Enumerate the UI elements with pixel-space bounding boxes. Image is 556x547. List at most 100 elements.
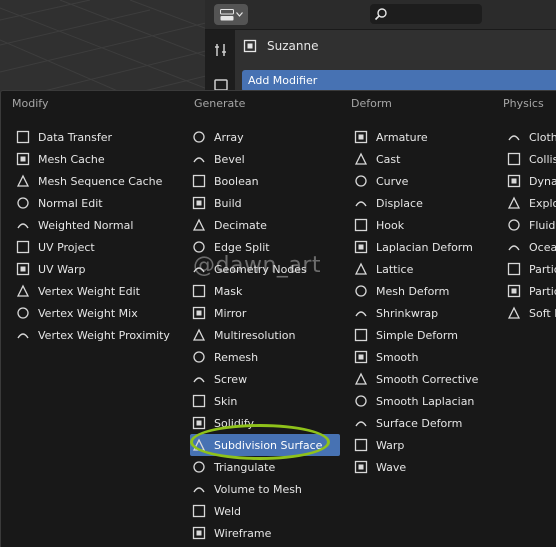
menu-item-weighted-normal[interactable]: Weighted Normal	[14, 214, 184, 236]
tool-settings-icon[interactable]	[213, 42, 229, 58]
menu-item-label: Edge Split	[214, 240, 270, 254]
menu-item-label: Smooth Laplacian	[376, 394, 475, 408]
search-input[interactable]	[370, 4, 482, 24]
boolean-icon	[192, 174, 206, 188]
menu-item-curve[interactable]: Curve	[352, 170, 497, 192]
menu-item-build[interactable]: Build	[190, 192, 340, 214]
menu-item-boolean[interactable]: Boolean	[190, 170, 340, 192]
editor-type-button[interactable]	[214, 4, 248, 25]
3d-viewport[interactable]	[0, 0, 210, 92]
menu-item-shrinkwrap[interactable]: Shrinkwrap	[352, 302, 497, 324]
menu-item-fluid[interactable]: Fluid	[505, 214, 556, 236]
column-header-generate: Generate	[194, 97, 246, 110]
menu-item-label: Partic	[529, 284, 556, 298]
menu-item-label: Boolean	[214, 174, 259, 188]
menu-item-label: Cloth	[529, 130, 556, 144]
menu-item-wireframe[interactable]: Wireframe	[190, 522, 340, 544]
menu-item-smooth[interactable]: Smooth	[352, 346, 497, 368]
menu-item-lattice[interactable]: Lattice	[352, 258, 497, 280]
solidify-icon	[192, 416, 206, 430]
mesh-sequence-cache-icon	[16, 174, 30, 187]
mesh-deform-icon	[355, 285, 367, 297]
deform-column: Armature Cast Curve Displace Hook Laplacian D…	[352, 126, 497, 478]
properties-header	[205, 0, 556, 30]
vertex-weight-mix-icon	[17, 307, 29, 319]
normal-edit-icon	[17, 197, 29, 209]
menu-item-dynamic-paint[interactable]: Dynar	[505, 170, 556, 192]
menu-item-ocean[interactable]: Ocean	[505, 236, 556, 258]
menu-item-subdivision-surface[interactable]: Subdivision Surface	[190, 434, 340, 456]
menu-item-edge-split[interactable]: Edge Split	[190, 236, 340, 258]
menu-item-mirror[interactable]: Mirror	[190, 302, 340, 324]
menu-item-uv-project[interactable]: UV Project	[14, 236, 184, 258]
array-icon	[193, 131, 205, 143]
menu-item-mesh-cache[interactable]: Mesh Cache	[14, 148, 184, 170]
menu-item-laplacian-deform[interactable]: Laplacian Deform	[352, 236, 497, 258]
dynamic-paint-icon	[507, 174, 521, 188]
menu-item-label: Collisi	[529, 152, 556, 166]
menu-item-smooth-laplacian[interactable]: Smooth Laplacian	[352, 390, 497, 412]
menu-item-collision[interactable]: Collisi	[505, 148, 556, 170]
menu-item-label: Dynar	[529, 174, 556, 188]
menu-item-geometry-nodes[interactable]: Geometry Nodes	[190, 258, 340, 280]
explode-icon	[507, 196, 521, 209]
menu-item-remesh[interactable]: Remesh	[190, 346, 340, 368]
menu-item-decimate[interactable]: Decimate	[190, 214, 340, 236]
weighted-normal-icon	[17, 223, 29, 229]
remesh-icon	[193, 351, 205, 363]
menu-item-data-transfer[interactable]: Data Transfer	[14, 126, 184, 148]
menu-item-mask[interactable]: Mask	[190, 280, 340, 302]
menu-item-hook[interactable]: Hook	[352, 214, 497, 236]
menu-item-soft-body[interactable]: Soft B	[505, 302, 556, 324]
menu-item-label: UV Project	[38, 240, 95, 254]
menu-item-particle-system[interactable]: Partic	[505, 280, 556, 302]
triangulate-icon	[193, 461, 205, 473]
menu-item-triangulate[interactable]: Triangulate	[190, 456, 340, 478]
add-modifier-button[interactable]: Add Modifier	[242, 70, 556, 92]
menu-item-smooth-corrective[interactable]: Smooth Corrective	[352, 368, 497, 390]
menu-item-uv-warp[interactable]: UV Warp	[14, 258, 184, 280]
add-modifier-menu: Modify Generate Deform Physics Data Tran…	[0, 90, 556, 547]
menu-item-surface-deform[interactable]: Surface Deform	[352, 412, 497, 434]
menu-item-armature[interactable]: Armature	[352, 126, 497, 148]
menu-item-label: Subdivision Surface	[214, 438, 323, 452]
menu-item-mesh-sequence-cache[interactable]: Mesh Sequence Cache	[14, 170, 184, 192]
menu-item-displace[interactable]: Displace	[352, 192, 497, 214]
menu-item-cast[interactable]: Cast	[352, 148, 497, 170]
menu-item-label: Displace	[376, 196, 423, 210]
menu-item-label: Wireframe	[214, 526, 272, 540]
menu-item-vertex-weight-edit[interactable]: Vertex Weight Edit	[14, 280, 184, 302]
menu-item-array[interactable]: Array	[190, 126, 340, 148]
wave-icon	[354, 460, 368, 474]
menu-item-wave[interactable]: Wave	[352, 456, 497, 478]
menu-item-weld[interactable]: Weld	[190, 500, 340, 522]
menu-item-label: Skin	[214, 394, 238, 408]
menu-item-normal-edit[interactable]: Normal Edit	[14, 192, 184, 214]
weld-icon	[192, 504, 206, 518]
menu-item-vertex-weight-proximity[interactable]: Vertex Weight Proximity	[14, 324, 184, 346]
curve-icon	[355, 175, 367, 187]
menu-item-label: Data Transfer	[38, 130, 112, 144]
menu-item-simple-deform[interactable]: Simple Deform	[352, 324, 497, 346]
mask-icon	[192, 284, 206, 298]
skin-icon	[192, 394, 206, 408]
menu-item-bevel[interactable]: Bevel	[190, 148, 340, 170]
menu-item-warp[interactable]: Warp	[352, 434, 497, 456]
menu-item-cloth[interactable]: Cloth	[505, 126, 556, 148]
menu-item-mesh-deform[interactable]: Mesh Deform	[352, 280, 497, 302]
menu-item-particle-instance[interactable]: Partic	[505, 258, 556, 280]
mesh-object-icon	[243, 39, 257, 53]
menu-item-solidify[interactable]: Solidify	[190, 412, 340, 434]
menu-item-explode[interactable]: Explo	[505, 192, 556, 214]
menu-item-skin[interactable]: Skin	[190, 390, 340, 412]
menu-item-screw[interactable]: Screw	[190, 368, 340, 390]
cast-icon	[354, 152, 368, 165]
menu-item-label: Mask	[214, 284, 243, 298]
menu-item-vertex-weight-mix[interactable]: Vertex Weight Mix	[14, 302, 184, 324]
menu-item-multiresolution[interactable]: Multiresolution	[190, 324, 340, 346]
menu-item-volume-to-mesh[interactable]: Volume to Mesh	[190, 478, 340, 500]
mesh-cache-icon	[16, 152, 30, 166]
warp-icon	[354, 438, 368, 452]
search-icon	[374, 8, 387, 21]
screw-icon	[193, 377, 205, 383]
